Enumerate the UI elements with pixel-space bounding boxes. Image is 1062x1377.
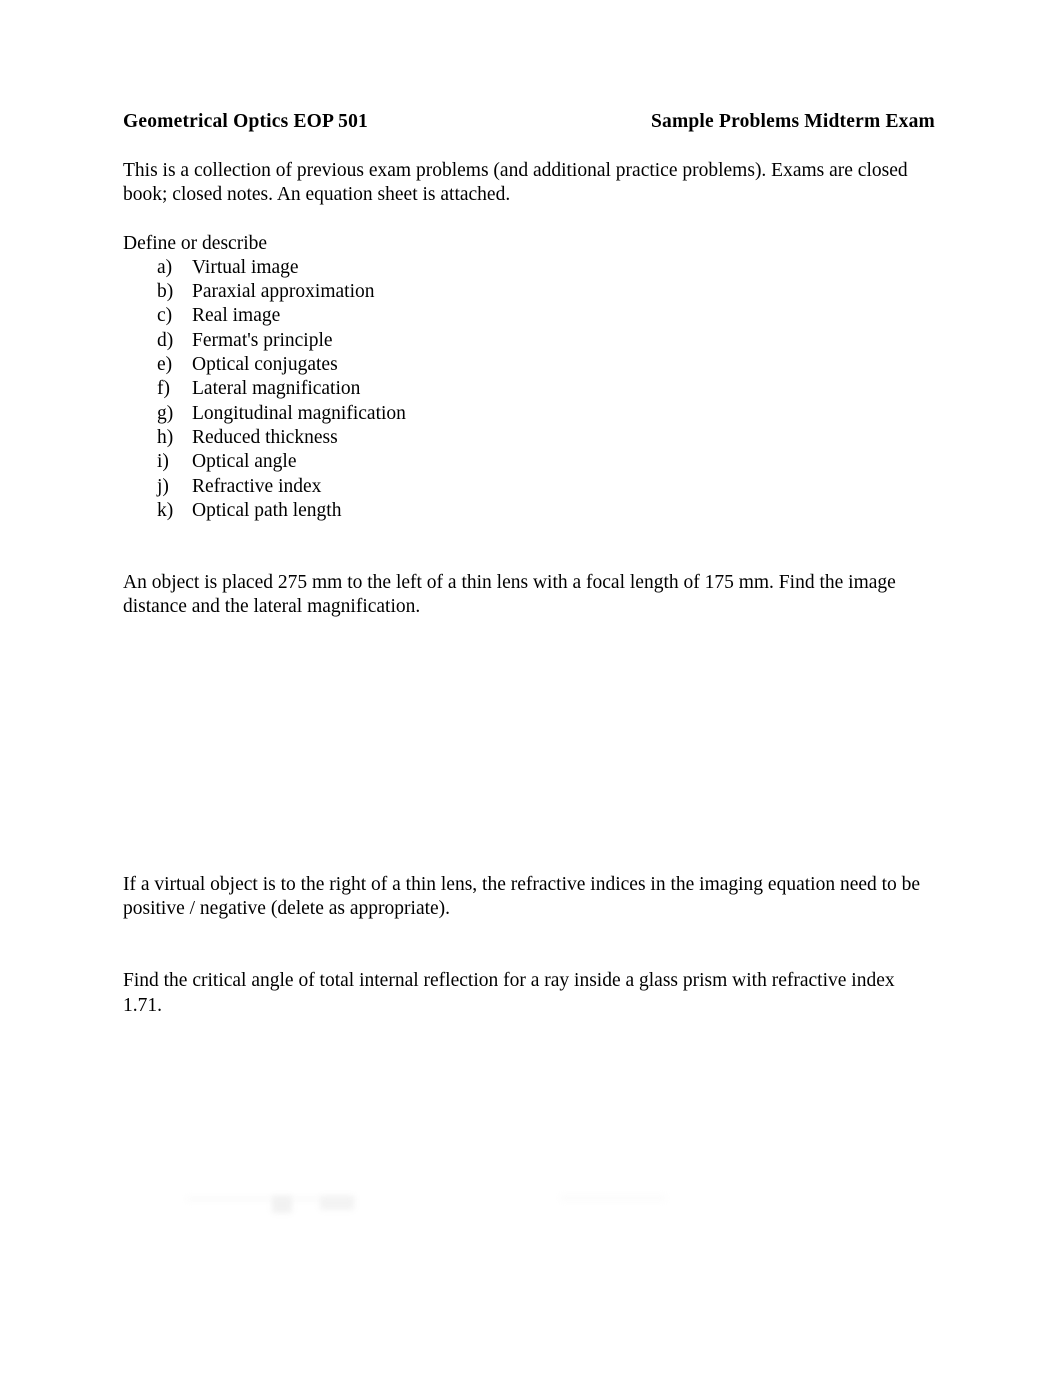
list-item: b) Paraxial approximation — [123, 280, 935, 304]
list-item-label: Optical conjugates — [192, 354, 338, 376]
document-content: Geometrical Optics EOP 501 Sample Proble… — [123, 0, 935, 1018]
list-marker: g) — [157, 402, 174, 424]
list-marker: i) — [157, 451, 169, 473]
list-marker: a) — [157, 256, 173, 278]
intro-block: This is a collection of previous exam pr… — [123, 159, 935, 208]
problem-2-text: If a virtual object is to the right of a… — [123, 873, 921, 920]
define-section: Define or describe a) Virtual image b) P… — [123, 232, 935, 524]
document-page: Geometrical Optics EOP 501 Sample Proble… — [0, 0, 1062, 1377]
problem-3-text: Find the critical angle of total interna… — [123, 970, 895, 1016]
problem-2-answer-space — [123, 921, 935, 969]
list-item: j) Refractive index — [123, 475, 935, 499]
list-item-label: Lateral magnification — [192, 378, 361, 400]
list-item-label: Optical path length — [192, 499, 342, 521]
document-header: Geometrical Optics EOP 501 Sample Proble… — [123, 110, 935, 134]
define-list: a) Virtual image b) Paraxial approximati… — [123, 256, 935, 523]
list-item: a) Virtual image — [123, 256, 935, 280]
problem-1-text: An object is placed 275 mm to the left o… — [123, 572, 896, 618]
scan-artifact-region — [0, 1178, 1062, 1226]
list-item-label: Reduced thickness — [192, 426, 338, 448]
exam-title: Sample Problems Midterm Exam — [650, 111, 935, 132]
list-item-label: Optical angle — [192, 451, 297, 473]
list-item-label: Refractive index — [192, 475, 322, 497]
list-item-label: Longitudinal magnification — [192, 402, 406, 424]
list-item: f) Lateral magnification — [123, 377, 935, 401]
scan-smudge — [272, 1196, 292, 1213]
list-item-label: Paraxial approximation — [192, 281, 375, 303]
list-item-label: Virtual image — [192, 256, 299, 278]
list-marker: b) — [157, 281, 174, 303]
list-item: c) Real image — [123, 304, 935, 328]
problem-1-answer-space — [123, 620, 935, 873]
list-item-label: Real image — [192, 305, 281, 327]
list-marker: h) — [157, 426, 174, 448]
list-marker: f) — [157, 378, 170, 400]
list-marker: j) — [157, 475, 169, 497]
list-item: g) Longitudinal magnification — [123, 402, 935, 426]
list-item: i) Optical angle — [123, 450, 935, 474]
list-item: k) Optical path length — [123, 499, 935, 523]
list-item: h) Reduced thickness — [123, 426, 935, 450]
scan-smudge — [186, 1196, 356, 1202]
scan-smudge — [320, 1196, 354, 1210]
list-marker: k) — [157, 499, 174, 521]
define-prompt: Define or describe — [123, 232, 268, 254]
intro-paragraph: This is a collection of previous exam pr… — [123, 160, 908, 206]
list-marker: d) — [157, 329, 174, 351]
list-item-label: Fermat's principle — [192, 329, 333, 351]
list-marker: c) — [157, 305, 173, 327]
course-title: Geometrical Optics EOP 501 — [123, 111, 368, 132]
scan-smudge — [560, 1194, 666, 1202]
list-item: d) Fermat's principle — [123, 329, 935, 353]
list-marker: e) — [157, 354, 173, 376]
list-item: e) Optical conjugates — [123, 353, 935, 377]
